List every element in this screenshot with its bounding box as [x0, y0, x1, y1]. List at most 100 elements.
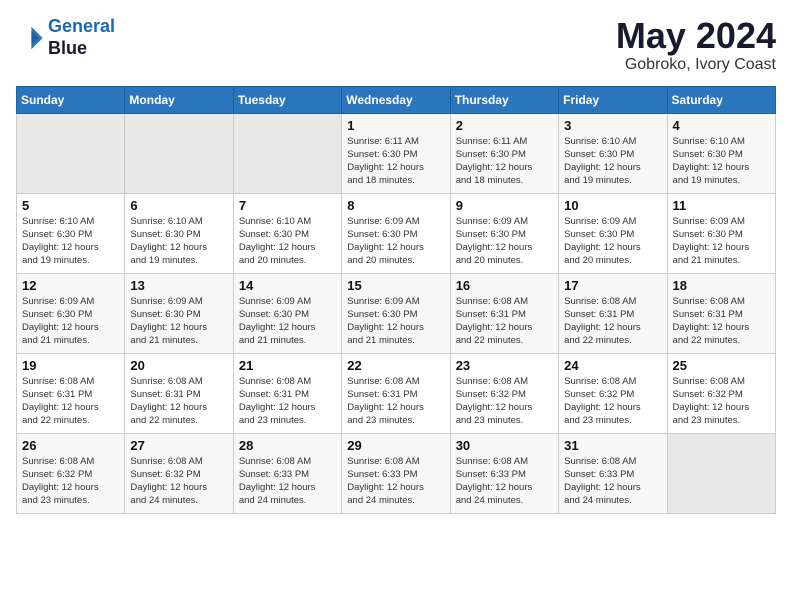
day-number: 31: [564, 438, 661, 453]
day-info: Sunrise: 6:09 AM Sunset: 6:30 PM Dayligh…: [347, 295, 444, 348]
day-number: 15: [347, 278, 444, 293]
calendar-table: SundayMondayTuesdayWednesdayThursdayFrid…: [16, 86, 776, 514]
day-info: Sunrise: 6:08 AM Sunset: 6:31 PM Dayligh…: [347, 375, 444, 428]
day-info: Sunrise: 6:09 AM Sunset: 6:30 PM Dayligh…: [456, 215, 553, 268]
day-number: 13: [130, 278, 227, 293]
day-number: 4: [673, 118, 770, 133]
calendar-header: SundayMondayTuesdayWednesdayThursdayFrid…: [17, 86, 776, 113]
calendar-cell: 9 Sunrise: 6:09 AM Sunset: 6:30 PM Daylig…: [450, 193, 558, 273]
day-info: Sunrise: 6:09 AM Sunset: 6:30 PM Dayligh…: [347, 215, 444, 268]
weekday-header-monday: Monday: [125, 86, 233, 113]
calendar-cell: 6 Sunrise: 6:10 AM Sunset: 6:30 PM Daylig…: [125, 193, 233, 273]
calendar-cell: 23 Sunrise: 6:08 AM Sunset: 6:32 PM Dayli…: [450, 353, 558, 433]
title-block: May 2024 Gobroko, Ivory Coast: [616, 16, 776, 74]
calendar-cell: 20Sunrise: 6:08 AM Sunset: 6:31 PM Dayli…: [125, 353, 233, 433]
day-info: Sunrise: 6:08 AM Sunset: 6:33 PM Dayligh…: [239, 455, 336, 508]
day-info: Sunrise: 6:09 AM Sunset: 6:30 PM Dayligh…: [130, 295, 227, 348]
day-number: 23: [456, 358, 553, 373]
day-number: 2: [456, 118, 553, 133]
day-info: Sunrise: 6:08 AM Sunset: 6:32 PM Dayligh…: [564, 375, 661, 428]
calendar-cell: 4 Sunrise: 6:10 AM Sunset: 6:30 PM Daylig…: [667, 113, 775, 193]
calendar-cell: [125, 113, 233, 193]
page-header: General Blue May 2024 Gobroko, Ivory Coa…: [16, 16, 776, 74]
calendar-cell: 11 Sunrise: 6:09 AM Sunset: 6:30 PM Dayli…: [667, 193, 775, 273]
day-info: Sunrise: 6:10 AM Sunset: 6:30 PM Dayligh…: [22, 215, 119, 268]
calendar-title: May 2024: [616, 16, 776, 56]
day-number: 7: [239, 198, 336, 213]
calendar-cell: [233, 113, 341, 193]
calendar-cell: 30Sunrise: 6:08 AM Sunset: 6:33 PM Dayli…: [450, 433, 558, 513]
day-info: Sunrise: 6:09 AM Sunset: 6:30 PM Dayligh…: [673, 215, 770, 268]
weekday-header-tuesday: Tuesday: [233, 86, 341, 113]
calendar-cell: [667, 433, 775, 513]
day-info: Sunrise: 6:08 AM Sunset: 6:32 PM Dayligh…: [130, 455, 227, 508]
calendar-cell: 21Sunrise: 6:08 AM Sunset: 6:31 PM Dayli…: [233, 353, 341, 433]
calendar-cell: 25 Sunrise: 6:08 AM Sunset: 6:32 PM Dayli…: [667, 353, 775, 433]
day-info: Sunrise: 6:08 AM Sunset: 6:31 PM Dayligh…: [673, 295, 770, 348]
calendar-cell: 7Sunrise: 6:10 AM Sunset: 6:30 PM Daylig…: [233, 193, 341, 273]
calendar-cell: 2 Sunrise: 6:11 AM Sunset: 6:30 PM Daylig…: [450, 113, 558, 193]
logo-text: General Blue: [48, 16, 115, 59]
day-info: Sunrise: 6:08 AM Sunset: 6:33 PM Dayligh…: [564, 455, 661, 508]
day-info: Sunrise: 6:08 AM Sunset: 6:31 PM Dayligh…: [456, 295, 553, 348]
calendar-cell: 27Sunrise: 6:08 AM Sunset: 6:32 PM Dayli…: [125, 433, 233, 513]
day-number: 12: [22, 278, 119, 293]
day-info: Sunrise: 6:09 AM Sunset: 6:30 PM Dayligh…: [22, 295, 119, 348]
calendar-cell: 29Sunrise: 6:08 AM Sunset: 6:33 PM Dayli…: [342, 433, 450, 513]
day-number: 9: [456, 198, 553, 213]
calendar-cell: 17 Sunrise: 6:08 AM Sunset: 6:31 PM Dayli…: [559, 273, 667, 353]
calendar-cell: 18 Sunrise: 6:08 AM Sunset: 6:31 PM Dayli…: [667, 273, 775, 353]
day-number: 6: [130, 198, 227, 213]
calendar-week-1: 1Sunrise: 6:11 AM Sunset: 6:30 PM Daylig…: [17, 113, 776, 193]
day-info: Sunrise: 6:08 AM Sunset: 6:32 PM Dayligh…: [673, 375, 770, 428]
day-info: Sunrise: 6:08 AM Sunset: 6:31 PM Dayligh…: [22, 375, 119, 428]
day-info: Sunrise: 6:08 AM Sunset: 6:33 PM Dayligh…: [347, 455, 444, 508]
calendar-cell: 5 Sunrise: 6:10 AM Sunset: 6:30 PM Daylig…: [17, 193, 125, 273]
day-number: 11: [673, 198, 770, 213]
day-info: Sunrise: 6:08 AM Sunset: 6:31 PM Dayligh…: [564, 295, 661, 348]
calendar-subtitle: Gobroko, Ivory Coast: [616, 56, 776, 74]
day-info: Sunrise: 6:08 AM Sunset: 6:32 PM Dayligh…: [22, 455, 119, 508]
calendar-week-3: 12 Sunrise: 6:09 AM Sunset: 6:30 PM Dayli…: [17, 273, 776, 353]
calendar-cell: 28 Sunrise: 6:08 AM Sunset: 6:33 PM Dayli…: [233, 433, 341, 513]
calendar-cell: 22Sunrise: 6:08 AM Sunset: 6:31 PM Dayli…: [342, 353, 450, 433]
day-number: 5: [22, 198, 119, 213]
day-number: 8: [347, 198, 444, 213]
day-info: Sunrise: 6:08 AM Sunset: 6:32 PM Dayligh…: [456, 375, 553, 428]
calendar-cell: 12 Sunrise: 6:09 AM Sunset: 6:30 PM Dayli…: [17, 273, 125, 353]
day-number: 14: [239, 278, 336, 293]
day-number: 26: [22, 438, 119, 453]
day-number: 28: [239, 438, 336, 453]
calendar-cell: 10 Sunrise: 6:09 AM Sunset: 6:30 PM Dayli…: [559, 193, 667, 273]
calendar-cell: 26 Sunrise: 6:08 AM Sunset: 6:32 PM Dayli…: [17, 433, 125, 513]
day-number: 19: [22, 358, 119, 373]
day-number: 25: [673, 358, 770, 373]
day-number: 24: [564, 358, 661, 373]
day-number: 18: [673, 278, 770, 293]
day-info: Sunrise: 6:10 AM Sunset: 6:30 PM Dayligh…: [130, 215, 227, 268]
day-number: 17: [564, 278, 661, 293]
calendar-cell: [17, 113, 125, 193]
day-number: 10: [564, 198, 661, 213]
day-info: Sunrise: 6:09 AM Sunset: 6:30 PM Dayligh…: [239, 295, 336, 348]
calendar-cell: 1Sunrise: 6:11 AM Sunset: 6:30 PM Daylig…: [342, 113, 450, 193]
calendar-cell: 31 Sunrise: 6:08 AM Sunset: 6:33 PM Dayli…: [559, 433, 667, 513]
day-info: Sunrise: 6:11 AM Sunset: 6:30 PM Dayligh…: [456, 135, 553, 188]
day-info: Sunrise: 6:08 AM Sunset: 6:33 PM Dayligh…: [456, 455, 553, 508]
logo-icon: [16, 24, 44, 52]
day-info: Sunrise: 6:10 AM Sunset: 6:30 PM Dayligh…: [673, 135, 770, 188]
weekday-header-sunday: Sunday: [17, 86, 125, 113]
day-info: Sunrise: 6:09 AM Sunset: 6:30 PM Dayligh…: [564, 215, 661, 268]
weekday-header-friday: Friday: [559, 86, 667, 113]
calendar-week-5: 26 Sunrise: 6:08 AM Sunset: 6:32 PM Dayli…: [17, 433, 776, 513]
calendar-week-4: 19 Sunrise: 6:08 AM Sunset: 6:31 PM Dayli…: [17, 353, 776, 433]
calendar-cell: 3Sunrise: 6:10 AM Sunset: 6:30 PM Daylig…: [559, 113, 667, 193]
day-info: Sunrise: 6:11 AM Sunset: 6:30 PM Dayligh…: [347, 135, 444, 188]
day-info: Sunrise: 6:10 AM Sunset: 6:30 PM Dayligh…: [564, 135, 661, 188]
day-number: 16: [456, 278, 553, 293]
calendar-cell: 24 Sunrise: 6:08 AM Sunset: 6:32 PM Dayli…: [559, 353, 667, 433]
calendar-cell: 13 Sunrise: 6:09 AM Sunset: 6:30 PM Dayli…: [125, 273, 233, 353]
calendar-cell: 16 Sunrise: 6:08 AM Sunset: 6:31 PM Dayli…: [450, 273, 558, 353]
calendar-cell: 14 Sunrise: 6:09 AM Sunset: 6:30 PM Dayli…: [233, 273, 341, 353]
calendar-week-2: 5 Sunrise: 6:10 AM Sunset: 6:30 PM Daylig…: [17, 193, 776, 273]
